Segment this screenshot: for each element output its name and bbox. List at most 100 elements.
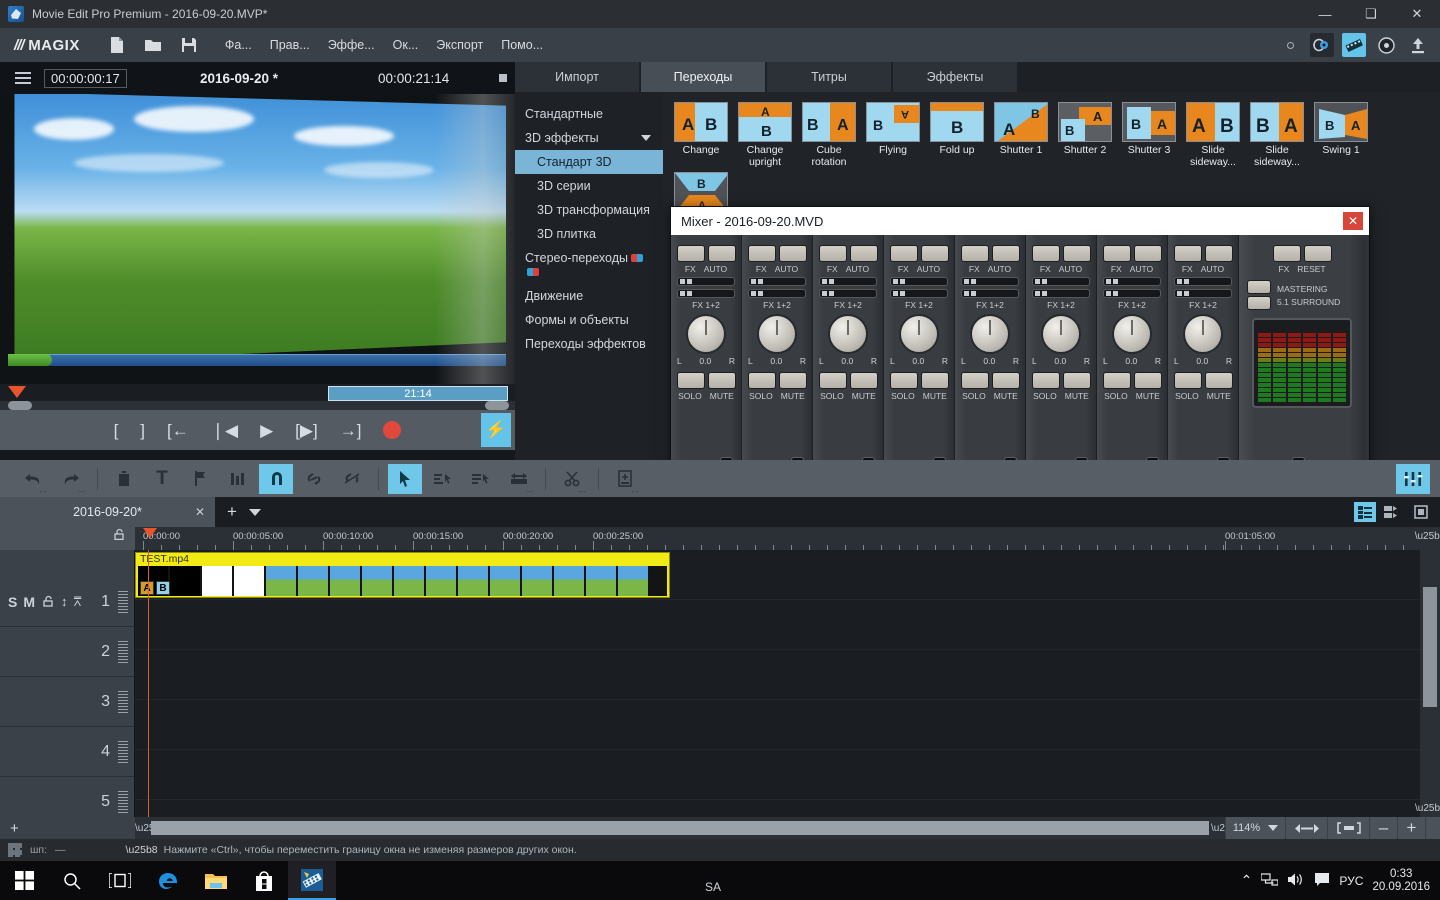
maximize-button[interactable]: ❑ [1348, 0, 1394, 28]
maximize-square-icon[interactable] [499, 74, 507, 82]
link-objects-button[interactable] [297, 464, 331, 494]
menu-file[interactable]: Фа... [216, 34, 261, 56]
close-icon[interactable]: ✕ [195, 505, 205, 519]
edge-browser-icon[interactable] [144, 861, 192, 900]
channel-solo-button[interactable] [889, 372, 918, 389]
play-range-button[interactable]: [▶] [295, 422, 318, 439]
preview-scrollbar[interactable] [0, 401, 515, 410]
storyboard-view-button[interactable] [1354, 502, 1376, 522]
hamburger-icon[interactable] [8, 72, 38, 84]
mark-out-button[interactable]: ] [140, 422, 145, 439]
zoom-in-button[interactable]: + [1397, 817, 1425, 839]
menu-window[interactable]: Ок... [384, 34, 428, 56]
channel-mute-button[interactable] [1062, 372, 1091, 389]
channel-fx-slot-2[interactable] [1174, 289, 1232, 298]
channel-solo-button[interactable] [1173, 372, 1202, 389]
channel-fx-button[interactable] [1102, 245, 1131, 262]
scroll-down-button[interactable]: \u25bc [1415, 799, 1440, 817]
video-preview[interactable] [0, 94, 515, 384]
channel-fx-slot-2[interactable] [890, 289, 948, 298]
mixer-close-button[interactable]: ✕ [1343, 212, 1363, 230]
title-text-button[interactable]: T [145, 464, 179, 494]
task-view-icon[interactable] [96, 861, 144, 900]
burn-disc-icon[interactable] [1310, 33, 1334, 57]
channel-fx-slot-1[interactable] [819, 277, 877, 286]
channel-fx-slot-1[interactable] [890, 277, 948, 286]
channel-solo-button[interactable] [818, 372, 847, 389]
disc-icon[interactable] [1374, 33, 1398, 57]
preview-scrubber[interactable]: 21:14 [0, 384, 515, 410]
redo-button[interactable]: ... [54, 464, 88, 494]
track-grip-icon[interactable] [118, 791, 128, 813]
project-tab[interactable]: 2016-09-20* ✕ [0, 497, 215, 527]
channel-fx-slot-2[interactable] [1103, 289, 1161, 298]
menu-effects[interactable]: Эффе... [319, 34, 384, 56]
channel-fx-slot-1[interactable] [1103, 277, 1161, 286]
channel-auto-button[interactable] [1204, 245, 1233, 262]
file-explorer-icon[interactable] [192, 861, 240, 900]
jump-to-start-button[interactable]: [← [167, 422, 189, 439]
track-grip-icon[interactable] [118, 691, 128, 713]
channel-fx-button[interactable] [960, 245, 989, 262]
current-timecode[interactable]: 00:00:00:17 [44, 68, 127, 88]
channel-fx-slot-2[interactable] [677, 289, 735, 298]
record-button[interactable] [383, 421, 402, 439]
search-icon[interactable] [48, 861, 96, 900]
track-volume-button[interactable]: ⩞ [74, 594, 82, 610]
channel-pan-knob[interactable] [686, 314, 726, 354]
store-icon[interactable] [240, 861, 288, 900]
movie-edit-pro-icon[interactable] [288, 861, 336, 900]
tab-effects[interactable]: Эффекты [893, 62, 1017, 92]
track-grip-icon[interactable] [118, 641, 128, 663]
menu-edit[interactable]: Прав... [261, 34, 319, 56]
channel-auto-button[interactable] [1062, 245, 1091, 262]
channel-solo-button[interactable] [747, 372, 776, 389]
volume-icon[interactable] [1287, 872, 1305, 890]
channel-fx-button[interactable] [747, 245, 776, 262]
horizontal-scroll-thumb[interactable] [151, 821, 1209, 835]
scroll-up-button[interactable]: \u25b2 [1415, 527, 1440, 545]
track-row-header[interactable]: 4 [0, 727, 134, 777]
mixer-toggle-button[interactable] [1396, 463, 1430, 494]
channel-solo-button[interactable] [676, 372, 705, 389]
play-button[interactable]: ▶ [260, 422, 273, 439]
fit-width-button[interactable] [1285, 817, 1327, 839]
track-mode-button[interactable] [464, 464, 498, 494]
timeline-view-button[interactable] [1410, 502, 1432, 522]
timeline-playhead[interactable] [148, 550, 149, 840]
zoom-out-button[interactable]: – [1369, 817, 1397, 839]
timeline-horizontal-scrollbar[interactable]: \u25c0 \u25b6 [135, 817, 1242, 839]
channel-pan-knob[interactable] [1041, 314, 1081, 354]
surround-button[interactable] [1247, 296, 1271, 310]
track-row-header[interactable]: 3 [0, 677, 134, 727]
stretch-mode-button[interactable]: ... [502, 464, 536, 494]
channel-auto-button[interactable] [849, 245, 878, 262]
upload-icon[interactable] [1406, 33, 1430, 57]
new-document-icon[interactable] [104, 32, 130, 58]
menu-help[interactable]: Помо... [492, 34, 552, 56]
channel-solo-button[interactable] [1031, 372, 1060, 389]
marker-flag-button[interactable] [183, 464, 217, 494]
mixer-title-bar[interactable]: Mixer - 2016-09-20.MVD ✕ [671, 207, 1369, 235]
channel-pan-knob[interactable] [1112, 314, 1152, 354]
snap-magnet-button[interactable] [259, 463, 293, 494]
channel-fx-slot-1[interactable] [748, 277, 806, 286]
transition-item[interactable]: B Fold up [926, 102, 988, 168]
track-lock-icon[interactable] [41, 594, 55, 610]
channel-fx-slot-1[interactable] [961, 277, 1019, 286]
track-mute-button[interactable]: M [23, 594, 35, 610]
cut-scissors-button[interactable]: ... [555, 464, 589, 494]
channel-mute-button[interactable] [991, 372, 1020, 389]
mouse-arrow-mode-button[interactable] [388, 463, 422, 494]
transition-item[interactable]: BA Cube rotation [798, 102, 860, 168]
close-button[interactable]: ✕ [1394, 0, 1440, 28]
scroll-right-button[interactable]: \u25b6 [1211, 823, 1242, 834]
channel-pan-knob[interactable] [970, 314, 1010, 354]
channel-fx-slot-2[interactable] [748, 289, 806, 298]
start-button[interactable] [0, 861, 48, 900]
category-3d-series[interactable]: 3D серии [515, 174, 663, 198]
notifications-icon[interactable] [1314, 872, 1330, 890]
chevron-down-icon[interactable] [248, 508, 261, 516]
track-height-button[interactable]: ↕ [61, 594, 68, 609]
unlink-objects-button[interactable] [335, 464, 369, 494]
